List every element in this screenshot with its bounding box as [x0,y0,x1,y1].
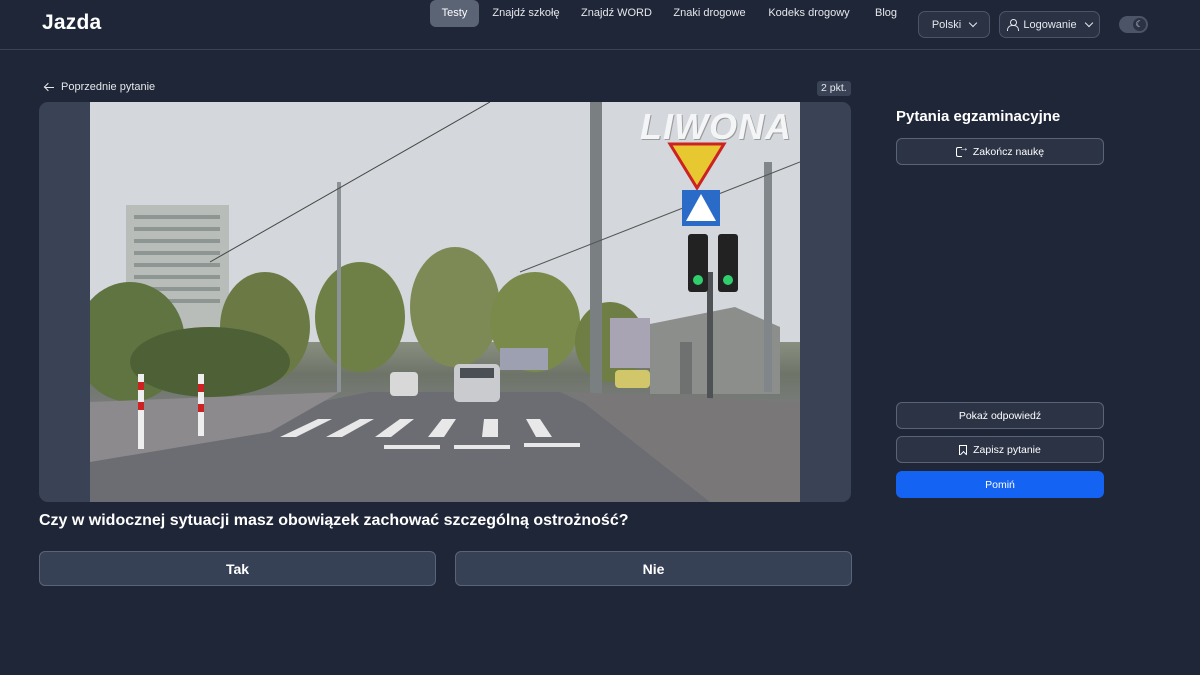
question-media-frame: LIWONA [39,102,851,502]
nav-tab-find-word[interactable]: Znajdź WORD [580,0,653,27]
answer-yes-button[interactable]: Tak [39,551,436,586]
question-photo: LIWONA [90,102,800,502]
logo[interactable]: Jazda [42,11,101,35]
previous-question-link[interactable]: Poprzednie pytanie [44,81,155,93]
language-label: Polski [931,18,962,31]
nav-tab-road-signs[interactable]: Znaki drogowe [671,0,748,27]
login-dropdown[interactable]: Logowanie [999,11,1100,38]
show-answer-label: Pokaż odpowiedź [958,409,1042,422]
answer-no-button[interactable]: Nie [455,551,852,586]
arrow-left-icon [44,82,54,92]
points-badge: 2 pkt. [817,81,851,96]
skip-label: Pomiń [985,478,1015,491]
exit-icon [955,143,969,157]
language-select[interactable]: Polski [918,11,990,38]
save-question-label: Zapisz pytanie [973,443,1041,456]
road-scene-illustration [90,102,800,502]
chevron-down-icon [968,18,978,28]
question-text: Czy w widocznej sytuacji masz obowiązek … [39,512,629,529]
image-watermark: LIWONA [640,106,792,147]
nav-tab-find-school[interactable]: Znajdź szkołę [490,0,562,27]
save-question-button[interactable]: Zapisz pytanie [896,436,1104,463]
logo-text: Jazda [42,11,102,34]
skip-button[interactable]: Pomiń [896,471,1104,498]
sidebar-title: Pytania egzaminacyjne [896,108,1061,125]
nav-tab-testy[interactable]: Testy [430,0,479,27]
previous-question-label: Poprzednie pytanie [61,81,156,93]
finish-learning-button[interactable]: Zakończ naukę [896,138,1104,165]
nav-tab-blog[interactable]: Blog [870,0,902,27]
chevron-down-icon [1084,18,1093,28]
finish-learning-label: Zakończ naukę [972,145,1045,158]
moon-icon: ☾ [1133,18,1146,31]
theme-toggle[interactable]: ☾ [1119,16,1148,33]
top-navbar: Jazda Testy Znajdź szkołę Znajdź WORD Zn… [0,0,1200,50]
nav-tab-traffic-code[interactable]: Kodeks drogowy [766,0,852,27]
user-icon [1007,19,1020,31]
login-label: Logowanie [1023,18,1077,31]
show-answer-button[interactable]: Pokaż odpowiedź [896,402,1104,429]
bookmark-icon [959,444,968,455]
